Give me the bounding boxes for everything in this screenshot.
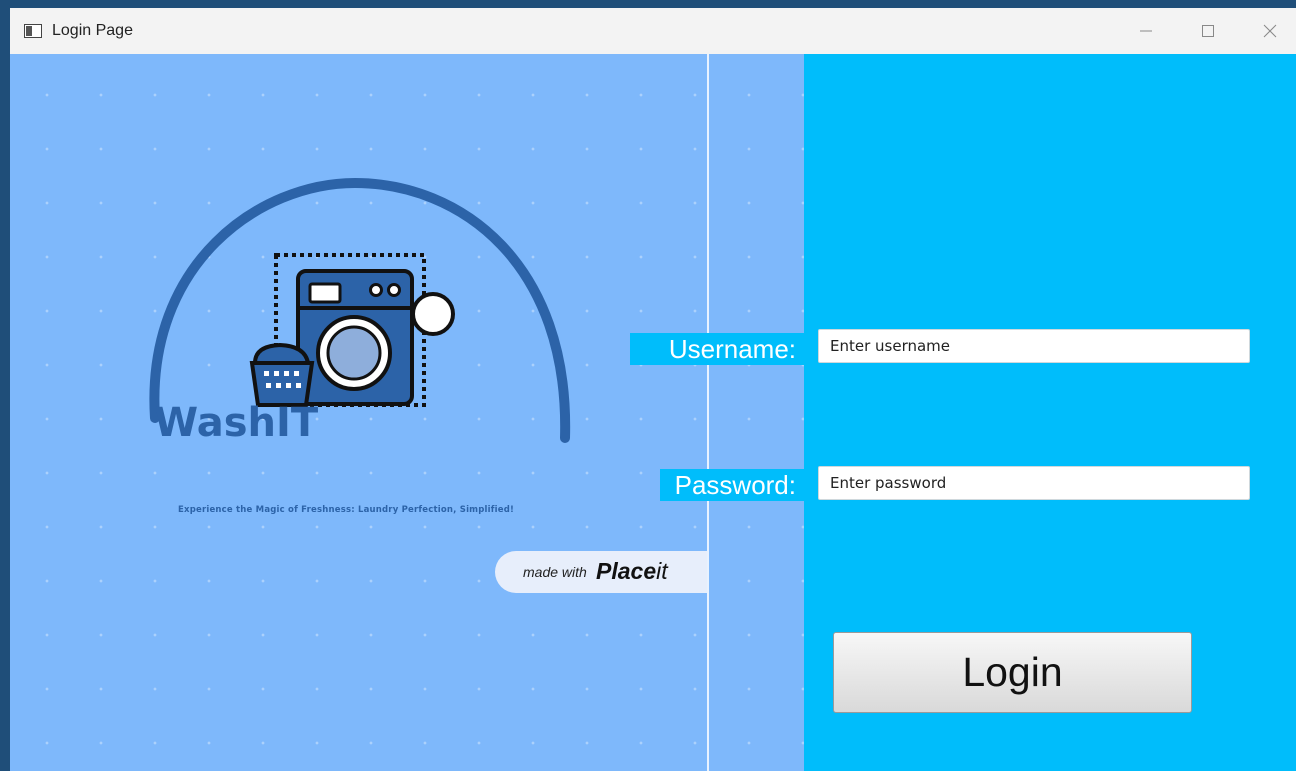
close-button[interactable]	[1238, 8, 1296, 54]
window-title: Login Page	[52, 22, 133, 39]
brand-tagline: Experience the Magic of Freshness: Laund…	[178, 505, 515, 515]
washing-machine-icon	[149, 177, 571, 443]
maximize-button[interactable]	[1176, 8, 1240, 54]
minimize-icon	[1140, 30, 1152, 32]
app-window-icon	[24, 24, 42, 38]
minimize-button[interactable]	[1114, 8, 1178, 54]
placeit-watermark: made with Placeit	[495, 551, 707, 593]
username-label: Username:	[630, 333, 804, 365]
watermark-made-with: made with	[523, 564, 587, 580]
password-input[interactable]	[818, 466, 1250, 500]
login-button[interactable]: Login	[833, 632, 1192, 713]
username-input[interactable]	[818, 329, 1250, 363]
password-label: Password:	[660, 469, 804, 501]
login-window: Login Page WashIT Experience the Magic o…	[10, 8, 1296, 771]
watermark-brand: Placeit	[596, 558, 668, 585]
watermark-brand-name: Place	[596, 558, 657, 584]
maximize-icon	[1202, 25, 1214, 37]
brand-name: WashIT	[154, 400, 319, 446]
title-bar[interactable]: Login Page	[10, 8, 1296, 54]
close-icon	[1263, 24, 1277, 38]
watermark-brand-suffix: it	[656, 558, 668, 584]
panel-divider	[707, 54, 709, 771]
